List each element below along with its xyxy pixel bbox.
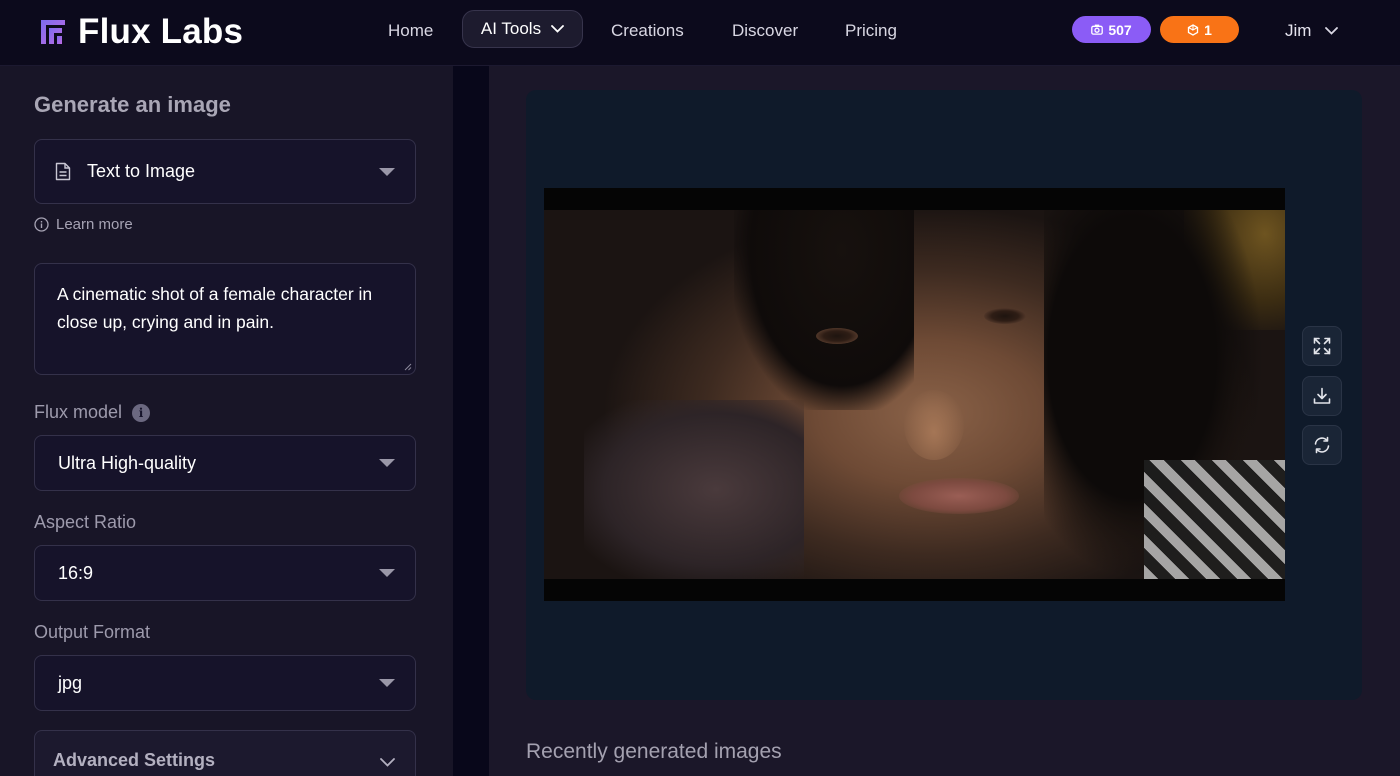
model-label: Flux model <box>34 402 123 422</box>
page-scrollbar[interactable] <box>1391 66 1400 776</box>
brand-name: Flux Labs <box>78 12 244 51</box>
fullscreen-button[interactable] <box>1302 326 1342 366</box>
aspect-ratio-value: 16:9 <box>58 562 94 583</box>
image-preview-card <box>526 90 1362 700</box>
output-format-value: jpg <box>58 672 83 693</box>
photo-hair-left <box>734 210 914 410</box>
refresh-icon <box>1314 436 1330 454</box>
mode-select-value: Text to Image <box>87 161 196 181</box>
video-credits-count: 1 <box>1204 21 1212 38</box>
chevron-down-icon <box>1325 27 1339 35</box>
nav-discover[interactable]: Discover <box>732 18 798 44</box>
nav-ai-tools-label: AI Tools <box>480 19 542 38</box>
nav-home[interactable]: Home <box>388 18 433 44</box>
download-button[interactable] <box>1302 376 1342 416</box>
nav-ai-tools[interactable]: AI Tools <box>462 10 583 48</box>
caret-down-icon <box>379 459 395 467</box>
download-icon <box>1313 387 1331 404</box>
aspect-ratio-select[interactable]: 16:9 <box>34 545 416 601</box>
advanced-settings-label: Advanced Settings <box>53 750 216 770</box>
panel-title: Generate an image <box>34 92 231 117</box>
image-credits-badge[interactable]: 507 <box>1072 16 1151 43</box>
document-icon <box>55 162 71 181</box>
coin-icon <box>1187 23 1199 36</box>
output-format-select[interactable]: jpg <box>34 655 416 711</box>
model-select[interactable]: Ultra High-quality <box>34 435 416 491</box>
photo-eye-left <box>816 328 858 344</box>
learn-more-label: Learn more <box>56 215 133 233</box>
prompt-text: A cinematic shot of a female character i… <box>57 284 373 332</box>
brand-logo[interactable]: Flux Labs <box>38 12 243 52</box>
model-label-row: Flux model i <box>34 402 151 423</box>
photo-patterned-cloth <box>1144 460 1285 579</box>
generator-panel: Generate an image Text to Image Learn mo… <box>0 66 453 776</box>
user-menu[interactable]: Jim <box>1285 18 1339 44</box>
aspect-label: Aspect Ratio <box>34 512 137 532</box>
mode-select[interactable]: Text to Image <box>34 139 416 204</box>
chevron-down-icon <box>380 758 395 767</box>
prompt-textarea[interactable]: A cinematic shot of a female character i… <box>34 263 416 375</box>
generated-image-photo <box>544 210 1285 579</box>
advanced-settings-toggle[interactable]: Advanced Settings <box>34 730 416 776</box>
recent-images-heading: Recently generated images <box>526 740 782 763</box>
nav-pricing[interactable]: Pricing <box>845 18 897 44</box>
info-icon[interactable]: i <box>132 403 151 422</box>
generated-image[interactable] <box>544 188 1285 601</box>
panel-divider <box>453 66 489 776</box>
caret-down-icon <box>379 679 395 687</box>
photo-pillow <box>584 400 804 579</box>
caret-down-icon <box>379 167 395 176</box>
photo-mouth <box>899 478 1019 514</box>
image-credits-count: 507 <box>1108 21 1132 38</box>
photo-eye-right <box>984 308 1026 324</box>
logo-icon <box>41 20 65 44</box>
learn-more-link[interactable]: Learn more <box>34 214 133 234</box>
user-name: Jim <box>1285 21 1312 40</box>
nav-creations[interactable]: Creations <box>611 18 684 44</box>
info-icon <box>34 216 49 232</box>
photo-nose <box>904 390 964 460</box>
camera-icon <box>1091 24 1104 35</box>
resize-handle-icon[interactable] <box>404 363 412 371</box>
chevron-down-icon <box>551 25 564 33</box>
caret-down-icon <box>379 569 395 577</box>
format-label: Output Format <box>34 622 151 642</box>
top-navigation: Flux Labs Home AI Tools Creations Discov… <box>0 0 1400 66</box>
expand-icon <box>1313 337 1331 355</box>
regenerate-button[interactable] <box>1302 425 1342 465</box>
model-select-value: Ultra High-quality <box>58 452 197 473</box>
main-content: Recently generated images <box>489 66 1400 776</box>
video-credits-badge[interactable]: 1 <box>1160 16 1239 43</box>
